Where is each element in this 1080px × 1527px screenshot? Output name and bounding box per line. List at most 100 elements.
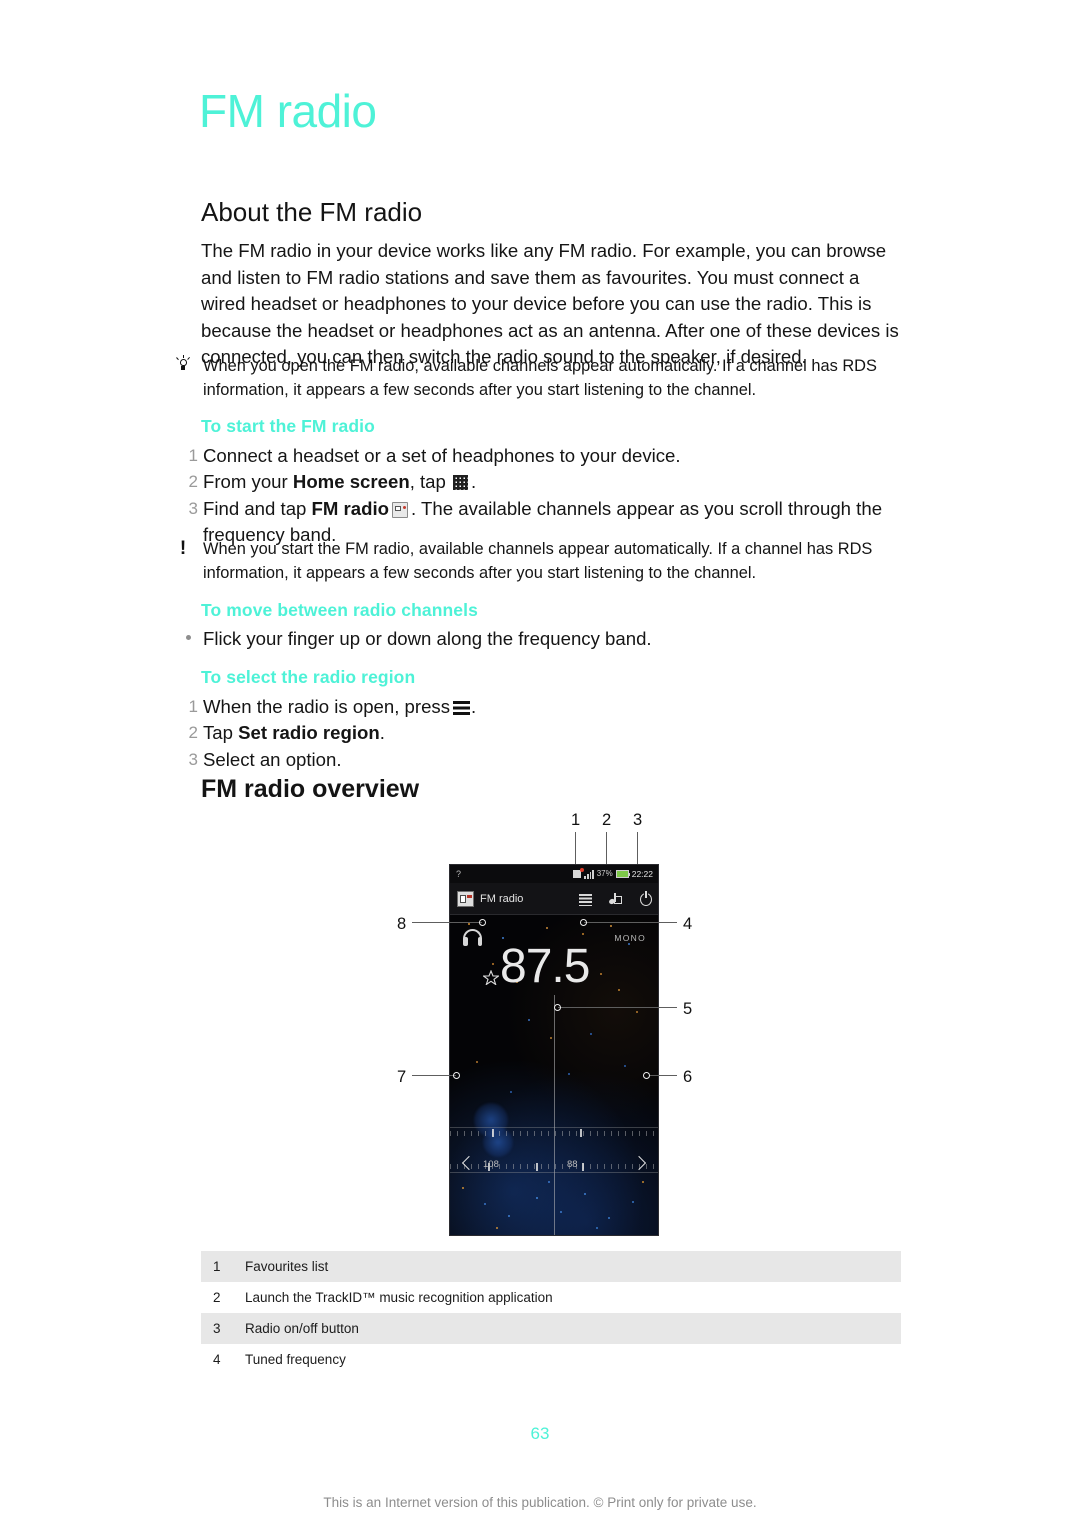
apps-grid-icon [453, 475, 469, 491]
fm-radio-overview-figure: 1 2 3 ? 37% 22:22 FM radio MONO 87.5 108… [380, 812, 710, 1242]
step-number: 3 [188, 749, 198, 769]
star-speck [636, 1011, 638, 1013]
callout-dot-5 [554, 1004, 561, 1011]
band-ticks-top [450, 1131, 658, 1136]
list-item: 2 From your Home screen, tap . [172, 469, 912, 495]
table-row: 1 Favourites list [201, 1251, 901, 1282]
fm-radio-app-icon [392, 501, 409, 518]
star-speck [568, 1073, 570, 1075]
status-right-group: 37% 22:22 [573, 865, 653, 883]
legend-number: 2 [213, 1290, 221, 1305]
phone-radio-screen[interactable]: MONO 87.5 108 88 [450, 915, 658, 1235]
step-text: Tap Set radio region. [203, 722, 385, 744]
star-speck [528, 1019, 530, 1021]
callout-number-2: 2 [602, 811, 612, 829]
music-note-icon [608, 893, 623, 907]
star-speck [476, 1061, 478, 1063]
table-row: 4 Tuned frequency [201, 1344, 901, 1375]
radio-on-off-button[interactable] [638, 891, 654, 908]
callout-dot-7 [453, 1072, 460, 1079]
star-speck [510, 1091, 512, 1093]
list-item: 2 Tap Set radio region. [172, 720, 912, 746]
table-row: 3 Radio on/off button [201, 1313, 901, 1344]
footer-notice: This is an Internet version of this publ… [323, 1495, 757, 1510]
band-ticks-bottom [450, 1164, 658, 1169]
exclamation-icon: ! [179, 538, 187, 559]
star-speck [462, 1187, 464, 1189]
band-tick-major [580, 1129, 582, 1137]
signal-percent: 37% [596, 869, 613, 878]
star-speck [642, 1181, 644, 1183]
list-item: 1 Connect a headset or a set of headphon… [172, 443, 912, 469]
star-speck [468, 923, 470, 925]
star-speck [550, 1037, 552, 1039]
app-title-label: FM radio [480, 893, 524, 905]
band-tick-major [492, 1129, 494, 1137]
callout-leader-4 [584, 922, 677, 924]
section-heading-about: About the FM radio [201, 197, 423, 227]
legend-number: 3 [213, 1321, 221, 1336]
step-text: When the radio is open, press. [203, 696, 477, 717]
callout-number-1: 1 [571, 811, 581, 829]
step-number: 1 [188, 446, 198, 465]
legend-number: 4 [213, 1352, 221, 1367]
star-speck [600, 973, 602, 975]
step-number: 2 [188, 723, 198, 743]
step-text: Select an option. [203, 748, 342, 770]
mono-label: MONO [614, 933, 646, 943]
section-heading-select-region: To select the radio region [201, 667, 416, 687]
callout-leader-6 [649, 1075, 677, 1077]
favourite-star-icon[interactable] [483, 970, 499, 985]
section-heading-start-fm-radio: To start the FM radio [201, 416, 375, 436]
callout-number-7: 7 [397, 1068, 407, 1086]
list-item: Flick your finger up or down along the f… [172, 626, 912, 652]
document-page: FM radio About the FM radio The FM radio… [0, 0, 1080, 1527]
list-item: 3 Select an option. [172, 747, 912, 773]
battery-icon [615, 870, 631, 878]
star-speck [484, 1203, 486, 1205]
star-speck [496, 1227, 498, 1229]
callout-number-5: 5 [683, 1000, 693, 1018]
favourites-list-button[interactable] [578, 892, 594, 908]
phone-status-bar: ? 37% 22:22 [450, 865, 658, 883]
step-number: 1 [188, 697, 198, 716]
star-speck [502, 937, 504, 939]
start-fm-radio-steps: 1 Connect a headset or a set of headphon… [172, 443, 912, 549]
step-number: 2 [188, 472, 198, 492]
frequency-band[interactable] [450, 1127, 658, 1173]
callout-number-3: 3 [633, 811, 643, 829]
section-heading-move-channels: To move between radio channels [201, 600, 478, 620]
star-speck [632, 1201, 634, 1203]
band-label-high: 108 [483, 1159, 499, 1170]
section-heading-overview: FM radio overview [201, 775, 420, 803]
lightbulb-icon [172, 354, 194, 380]
step-text: Flick your finger up or down along the f… [203, 628, 652, 649]
warning-note-text: When you start the FM radio, available c… [203, 540, 873, 582]
star-speck [546, 927, 548, 929]
sd-card-icon [573, 868, 585, 878]
step-number: 3 [188, 498, 198, 518]
table-row: 2 Launch the TrackID™ music recognition … [201, 1282, 901, 1313]
status-left-glyph: ? [456, 869, 462, 879]
bullet-icon [186, 635, 191, 640]
band-tick-major [536, 1163, 538, 1171]
list-lines-icon [579, 894, 592, 906]
tuned-frequency: 87.5 [500, 940, 590, 993]
legend-text: Favourites list [245, 1259, 329, 1274]
fm-radio-icon [457, 891, 474, 907]
callout-leader-8 [412, 922, 482, 924]
star-speck [492, 963, 494, 965]
step-text: From your Home screen, tap . [203, 471, 477, 493]
legend-text: Tuned frequency [245, 1352, 346, 1367]
tip-note: When you open the FM radio, available ch… [172, 354, 906, 402]
callout-number-8: 8 [397, 915, 407, 933]
callout-dot-4 [580, 919, 587, 926]
menu-icon [453, 701, 471, 715]
legend-text: Radio on/off button [245, 1321, 359, 1336]
callout-number-6: 6 [683, 1068, 693, 1086]
legend-number: 1 [213, 1259, 221, 1274]
move-channels-steps: Flick your finger up or down along the f… [172, 626, 912, 652]
star-speck [584, 1193, 586, 1195]
trackid-button[interactable] [608, 892, 624, 908]
star-speck [608, 1217, 610, 1219]
